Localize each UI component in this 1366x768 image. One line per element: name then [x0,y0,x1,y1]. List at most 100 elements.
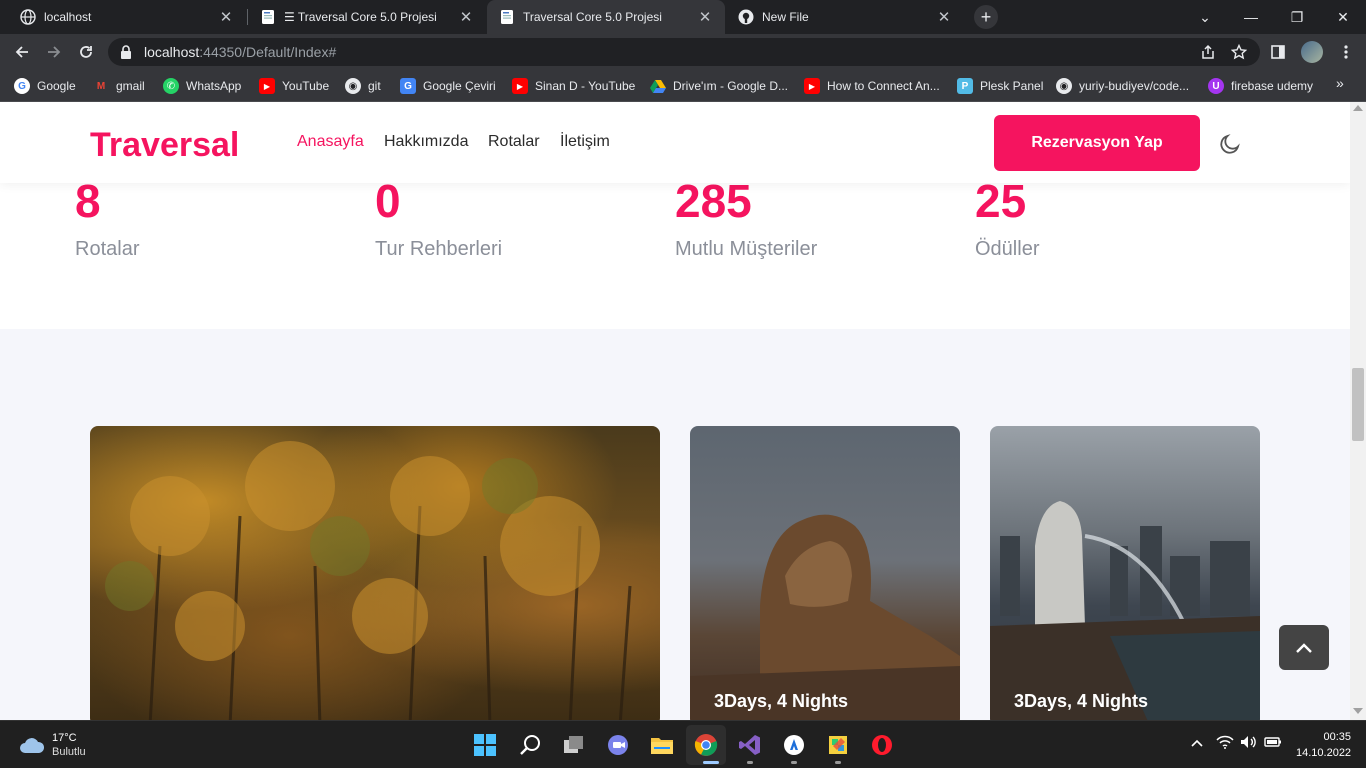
stat-label: Ödüller [975,238,1040,260]
bookmark-label: Sinan D - YouTube [535,79,636,93]
chrome-icon[interactable] [691,730,721,760]
bookmark-label: Google [37,79,76,93]
windows-start-icon[interactable] [470,730,500,760]
scroll-to-top-button[interactable] [1279,625,1329,670]
search-icon[interactable] [515,730,545,760]
url-input[interactable]: localhost:44350/Default/Index# [108,38,1260,66]
bookmark-gmail[interactable]: M gmail [93,76,145,96]
scroll-up-arrow-icon[interactable] [1353,105,1363,111]
wifi-icon[interactable] [1216,735,1234,752]
translate-icon: G [400,78,416,94]
back-button[interactable] [10,40,34,64]
share-icon[interactable] [1198,42,1218,62]
tab-traversal-active[interactable]: Traversal Core 5.0 Projesi ✕ [487,0,725,34]
plesk-icon: P [957,78,973,94]
close-icon[interactable]: ✕ [458,8,474,26]
scroll-down-arrow-icon[interactable] [1353,708,1363,714]
running-app-indicator [791,761,797,764]
nav-home[interactable]: Anasayfa [297,133,364,151]
stat-value: 8 [75,175,101,227]
udemy-icon: U [1208,78,1224,94]
bookmark-star-icon[interactable] [1229,42,1249,62]
scrollbar-thumb[interactable] [1352,368,1364,441]
tab-title: New File [762,10,809,24]
running-app-indicator [747,761,753,764]
new-tab-button[interactable]: + [974,5,998,29]
restore-button[interactable]: ❐ [1274,0,1320,34]
lock-icon [120,45,134,59]
reservation-button[interactable]: Rezervasyon Yap [994,115,1200,171]
bookmark-whatsapp[interactable]: ✆ WhatsApp [163,76,241,96]
bookmark-label: Google Çeviri [423,79,496,93]
windows-taskbar: 17°C Bulutlu 00:35 14.10.2022 [0,720,1366,768]
nav-contact[interactable]: İletişim [560,133,610,151]
browser-tab-bar: localhost ✕ ☰ Traversal Core 5.0 Projesi… [0,0,1366,34]
github-icon [738,9,754,25]
bookmark-label: Plesk Panel [980,79,1044,93]
bookmark-google[interactable]: G Google [14,76,76,96]
side-panel-icon[interactable] [1268,42,1288,62]
running-app-indicator [835,761,841,764]
bookmark-how-to-connect[interactable]: ▶ How to Connect An... [804,76,940,96]
paint-app-icon[interactable] [823,730,853,760]
stat-value: 25 [975,175,1027,227]
url-host: localhost [144,44,200,60]
close-icon[interactable]: ✕ [697,8,713,26]
opera-icon[interactable] [867,730,897,760]
teams-chat-icon[interactable] [603,730,633,760]
destination-card-singapore[interactable]: 3Days, 4 Nights [990,426,1260,720]
task-view-icon[interactable] [559,730,589,760]
bookmark-drive[interactable]: Drive'ım - Google D... [650,76,788,96]
tab-traversal-1[interactable]: ☰ Traversal Core 5.0 Projesi ✕ [248,0,486,34]
weather-widget[interactable]: 17°C Bulutlu [18,731,86,759]
battery-icon[interactable] [1264,735,1282,752]
github-icon: ◉ [345,78,361,94]
nav-about[interactable]: Hakkımızda [384,133,468,151]
bookmark-label: WhatsApp [186,79,242,93]
visual-studio-icon[interactable] [735,730,765,760]
clock-date: 14.10.2022 [1296,747,1352,759]
destination-card-forest[interactable] [90,426,660,720]
system-clock[interactable]: 00:35 14.10.2022 [1296,729,1351,761]
tab-new-file[interactable]: New File ✕ [726,0,964,34]
bookmark-label: yuriy-budiyev/code... [1079,79,1190,93]
more-bookmarks-icon[interactable]: » [1336,75,1344,91]
stat-label: Tur Rehberleri [375,238,503,260]
reload-button[interactable] [74,40,98,64]
destination-card-sphinx[interactable]: 3Days, 4 Nights [690,426,960,720]
close-icon[interactable]: ✕ [218,8,234,26]
bookmark-plesk[interactable]: P Plesk Panel [957,76,1043,96]
forward-button[interactable] [42,40,66,64]
globe-icon [20,9,36,25]
bookmark-yuriy-budiyev[interactable]: ◉ yuriy-budiyev/code... [1056,76,1189,96]
bookmark-google-translate[interactable]: G Google Çeviri [400,76,496,96]
google-icon: G [14,78,30,94]
show-hidden-icons-chevron-icon[interactable] [1190,735,1204,751]
site-header: Traversal Anasayfa Hakkımızda Rotalar İl… [0,102,1350,183]
close-window-button[interactable]: ✕ [1320,0,1366,34]
url-path: :44350/Default/Index# [199,44,337,60]
bookmark-youtube[interactable]: ▶ YouTube [259,76,329,96]
bookmark-git[interactable]: ◉ git [345,76,381,96]
close-icon[interactable]: ✕ [936,8,952,26]
bookmark-label: YouTube [282,79,330,93]
azure-data-studio-icon[interactable] [779,730,809,760]
profile-avatar[interactable] [1301,41,1323,63]
stat-guides: 0 Tur Rehberleri [375,178,502,261]
stat-routes: 8 Rotalar [75,178,139,261]
bookmark-sinan-youtube[interactable]: ▶ Sinan D - YouTube [512,76,635,96]
bookmark-label: Drive'ım - Google D... [673,79,788,93]
file-explorer-icon[interactable] [647,730,677,760]
minimize-button[interactable]: — [1228,0,1274,34]
stat-customers: 285 Mutlu Müşteriler [675,178,817,261]
tab-search-icon[interactable]: ⌄ [1182,0,1228,34]
nav-routes[interactable]: Rotalar [488,133,540,151]
volume-icon[interactable] [1240,735,1258,752]
menu-kebab-icon[interactable] [1336,42,1356,62]
tab-localhost[interactable]: localhost ✕ [8,0,246,34]
youtube-icon: ▶ [512,78,528,94]
gmail-icon: M [96,80,106,92]
bookmark-firebase-udemy[interactable]: U firebase udemy [1208,76,1313,96]
moon-icon[interactable] [1218,132,1242,156]
site-logo[interactable]: Traversal [90,126,239,165]
